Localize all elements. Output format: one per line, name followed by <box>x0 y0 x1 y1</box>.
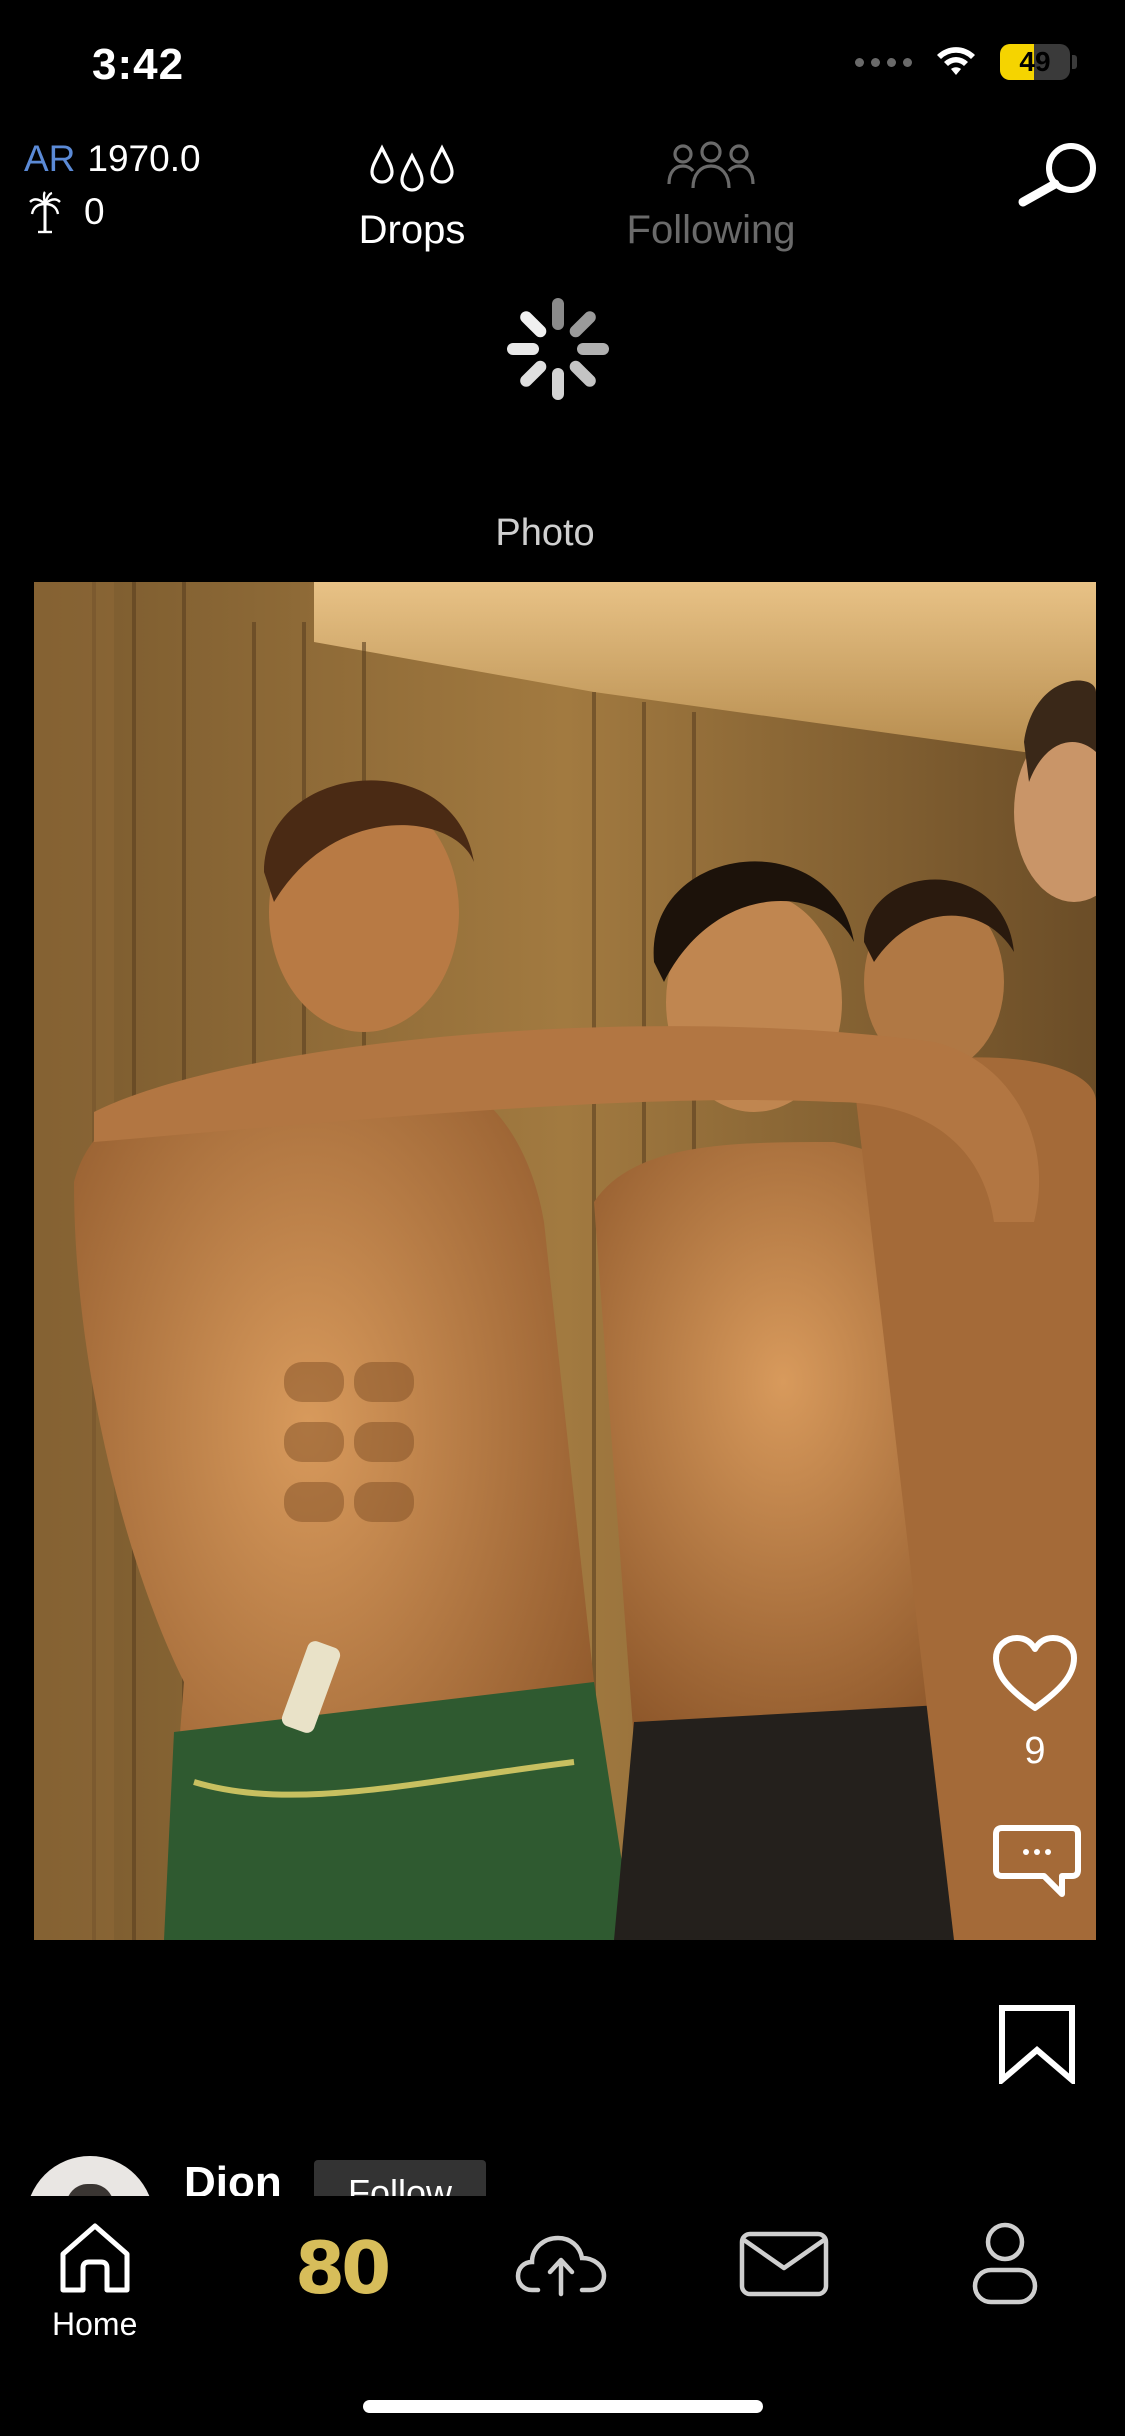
nav-upload[interactable] <box>514 2232 608 2298</box>
wifi-icon <box>937 47 975 75</box>
post-photo-image <box>34 582 1096 1940</box>
follow-button[interactable]: Follow <box>314 2160 486 2196</box>
nav-80[interactable]: 80 <box>295 2226 391 2310</box>
tab-following[interactable]: Following <box>616 140 806 253</box>
following-icon <box>667 141 755 189</box>
upload-cloud-icon <box>515 2235 607 2297</box>
loading-spinner-icon <box>507 298 609 400</box>
drops-icon <box>370 144 454 192</box>
tab-drops[interactable]: Drops <box>352 140 472 253</box>
search-icon <box>1018 143 1096 207</box>
tab-drops-label: Drops <box>358 208 466 252</box>
comment-icon <box>993 1825 1081 1897</box>
bookmark-icon <box>999 2005 1075 2087</box>
palm-stat: 0 <box>28 190 105 234</box>
battery-percent: 49 <box>1019 46 1051 77</box>
status-time: 3:42 <box>92 40 185 89</box>
ar-stat: AR 1970.0 <box>24 138 201 180</box>
mail-icon <box>739 2231 829 2297</box>
profile-icon <box>972 2222 1038 2305</box>
bookmark-button[interactable] <box>996 2004 1078 2087</box>
avatar[interactable] <box>26 2156 154 2196</box>
home-icon <box>60 2223 130 2293</box>
author-name[interactable]: Dion <box>184 2158 282 2196</box>
status-indicators: 49 <box>855 44 1077 80</box>
palm-value: 0 <box>84 191 105 232</box>
battery-indicator: 49 <box>1000 44 1070 80</box>
comment-button[interactable] <box>990 1822 1084 1900</box>
cellular-signal-icon <box>855 57 912 67</box>
home-indicator <box>363 2400 763 2413</box>
palm-tree-icon <box>29 191 61 234</box>
nav-messages[interactable] <box>738 2230 830 2298</box>
ar-label: AR <box>24 138 76 179</box>
author-row: Dion Follow <box>0 2140 1125 2196</box>
like-button[interactable] <box>990 1634 1080 1714</box>
nav-80-label: 80 <box>295 2226 391 2310</box>
post-type-label: Photo <box>495 512 595 554</box>
nav-home[interactable]: Home <box>52 2218 137 2343</box>
nav-home-label: Home <box>52 2306 138 2342</box>
post-photo[interactable] <box>34 582 1096 1940</box>
like-count: 9 <box>1024 1730 1046 1772</box>
ar-value: 1970.0 <box>87 138 201 179</box>
search-button[interactable] <box>1013 140 1103 210</box>
tab-following-label: Following <box>626 208 796 252</box>
follow-button-label: Follow <box>347 2172 453 2196</box>
heart-icon <box>993 1635 1077 1711</box>
nav-profile[interactable] <box>970 2220 1040 2306</box>
